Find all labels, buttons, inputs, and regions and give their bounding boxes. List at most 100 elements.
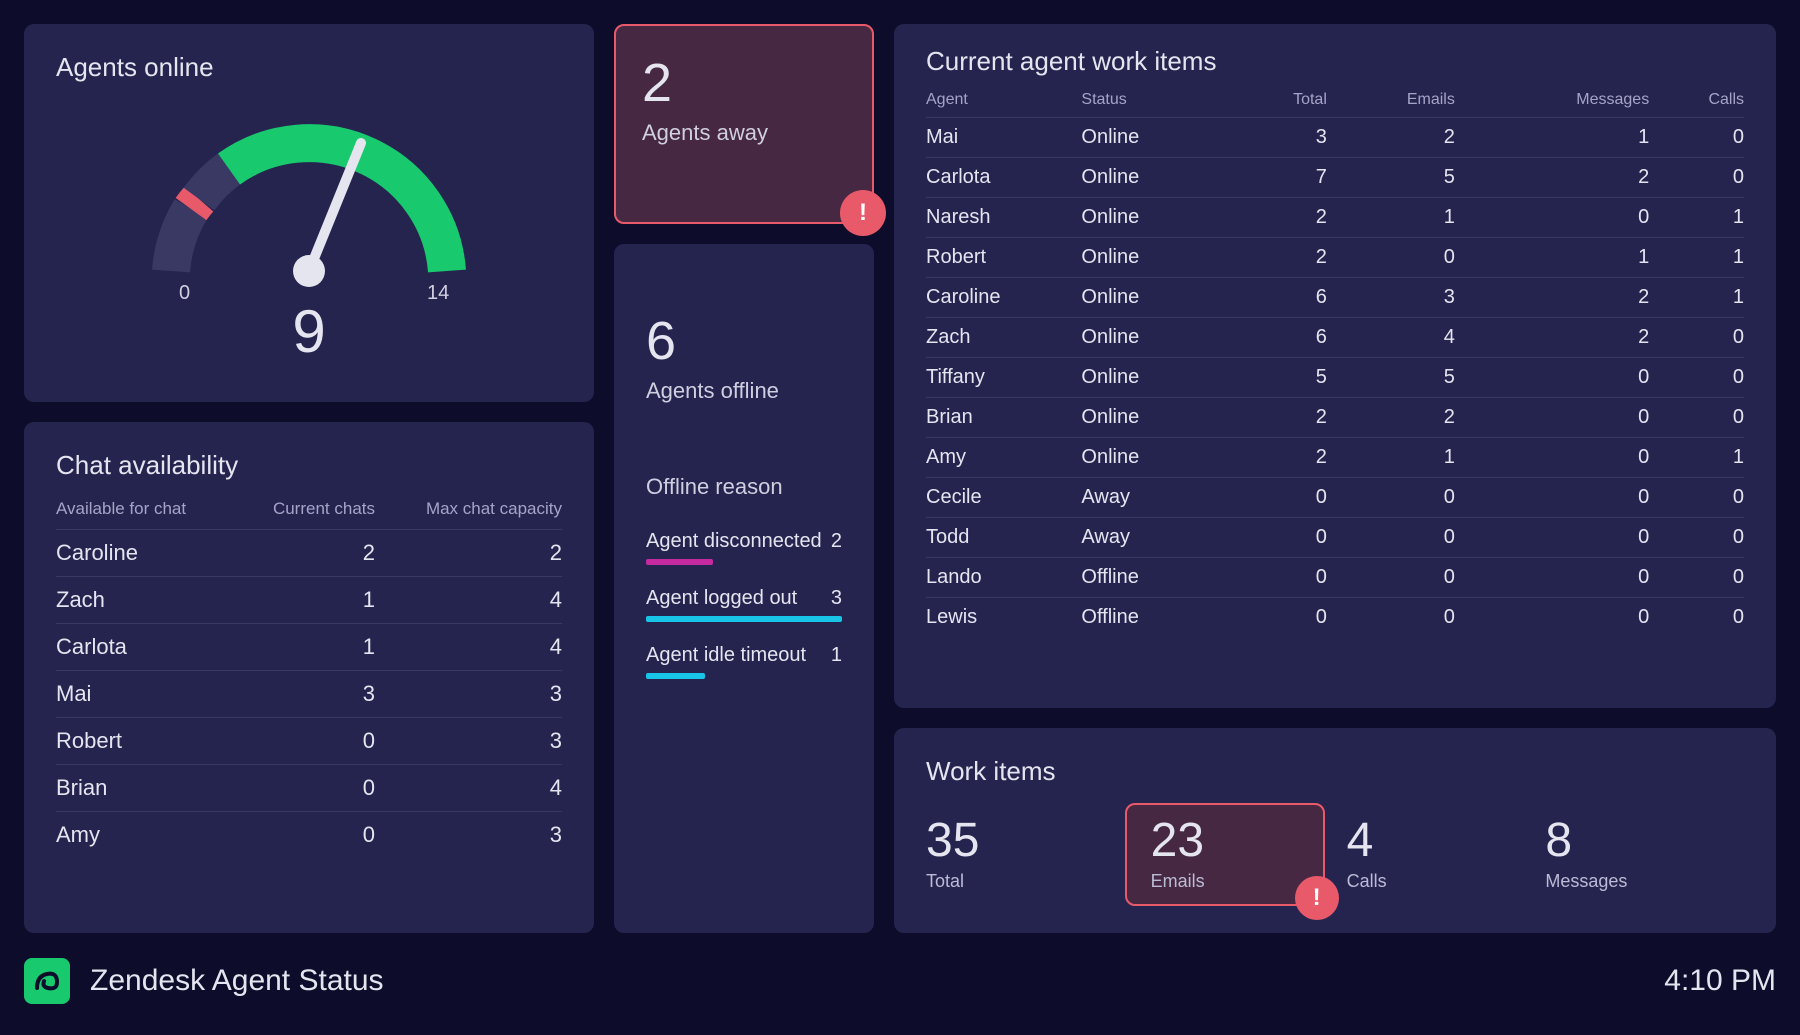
offline-reason-title: Offline reason: [646, 474, 842, 500]
offline-reason-row: Agent idle timeout 1: [646, 644, 842, 679]
total-count: 6: [1237, 318, 1327, 358]
agents-online-value: 9: [56, 297, 562, 366]
offline-reason-label: Agent logged out: [646, 587, 797, 610]
calls-count: 1: [1649, 438, 1744, 478]
col-header: Agent: [926, 85, 1081, 118]
calls-count: 1: [1649, 198, 1744, 238]
agent-name: Caroline: [56, 530, 235, 577]
offline-reason-count: 1: [831, 644, 842, 667]
messages-count: 0: [1455, 558, 1649, 598]
work-item-value: 4: [1347, 817, 1522, 865]
col-header: Status: [1081, 85, 1236, 118]
total-count: 5: [1237, 358, 1327, 398]
current-chats: 1: [235, 577, 375, 624]
agent-name: Amy: [926, 438, 1081, 478]
calls-count: 0: [1649, 518, 1744, 558]
max-chats: 4: [375, 624, 562, 671]
current-chats: 1: [235, 624, 375, 671]
total-count: 6: [1237, 278, 1327, 318]
table-row: Brian04: [56, 765, 562, 812]
agent-status: Online: [1081, 438, 1236, 478]
calls-count: 0: [1649, 158, 1744, 198]
agent-status: Away: [1081, 478, 1236, 518]
emails-count: 2: [1327, 398, 1455, 438]
table-row: ToddAway0000: [926, 518, 1744, 558]
current-chats: 2: [235, 530, 375, 577]
table-row: Zach14: [56, 577, 562, 624]
agent-status: Online: [1081, 318, 1236, 358]
col-header: Available for chat: [56, 489, 235, 530]
offline-reason-row: Agent disconnected 2: [646, 530, 842, 565]
table-row: CecileAway0000: [926, 478, 1744, 518]
footer-clock: 4:10 PM: [1664, 964, 1776, 998]
table-row: BrianOnline2200: [926, 398, 1744, 438]
total-count: 2: [1237, 398, 1327, 438]
agent-status: Online: [1081, 118, 1236, 158]
footer-bar: Zendesk Agent Status 4:10 PM: [24, 951, 1776, 1011]
calls-count: 0: [1649, 478, 1744, 518]
agents-away-value: 2: [642, 56, 846, 110]
emails-count: 2: [1327, 118, 1455, 158]
table-row: Robert03: [56, 718, 562, 765]
work-item-label: Messages: [1545, 871, 1720, 892]
calls-count: 1: [1649, 238, 1744, 278]
work-item-label: Emails: [1151, 871, 1299, 892]
table-row: Caroline22: [56, 530, 562, 577]
emails-count: 0: [1327, 238, 1455, 278]
agent-name: Zach: [56, 577, 235, 624]
messages-count: 2: [1455, 278, 1649, 318]
max-chats: 3: [375, 718, 562, 765]
agent-name: Robert: [56, 718, 235, 765]
messages-count: 1: [1455, 238, 1649, 278]
agent-name: Amy: [56, 812, 235, 859]
table-row: Amy03: [56, 812, 562, 859]
agent-name: Brian: [56, 765, 235, 812]
total-count: 3: [1237, 118, 1327, 158]
offline-reason-label: Agent idle timeout: [646, 644, 806, 667]
work-item-value: 8: [1545, 817, 1720, 865]
gauge-min: 0: [179, 282, 190, 301]
current-chats: 3: [235, 671, 375, 718]
gauge-chart: 0 14: [56, 91, 562, 301]
table-row: ZachOnline6420: [926, 318, 1744, 358]
col-header: Calls: [1649, 85, 1744, 118]
offline-reason-count: 3: [831, 587, 842, 610]
table-row: Carlota14: [56, 624, 562, 671]
agent-name: Carlota: [926, 158, 1081, 198]
agent-name: Brian: [926, 398, 1081, 438]
agent-name: Cecile: [926, 478, 1081, 518]
work-item-block: 8 Messages: [1545, 805, 1744, 904]
alert-icon: !: [1295, 876, 1339, 920]
current-chats: 0: [235, 812, 375, 859]
offline-reason-bar: [646, 673, 705, 679]
agent-name: Naresh: [926, 198, 1081, 238]
total-count: 0: [1237, 598, 1327, 638]
col-header: Emails: [1327, 85, 1455, 118]
col-header: Total: [1237, 85, 1327, 118]
col-header: Max chat capacity: [375, 489, 562, 530]
calls-count: 0: [1649, 118, 1744, 158]
max-chats: 4: [375, 765, 562, 812]
table-row: LewisOffline0000: [926, 598, 1744, 638]
chat-availability-card: Chat availability Available for chat Cur…: [24, 422, 594, 933]
agent-name: Todd: [926, 518, 1081, 558]
total-count: 2: [1237, 438, 1327, 478]
agent-status: Online: [1081, 238, 1236, 278]
calls-count: 0: [1649, 598, 1744, 638]
current-work-items-card: Current agent work items Agent Status To…: [894, 24, 1776, 708]
table-row: CarlotaOnline7520: [926, 158, 1744, 198]
agent-status: Offline: [1081, 598, 1236, 638]
agent-status: Offline: [1081, 558, 1236, 598]
messages-count: 0: [1455, 358, 1649, 398]
agent-status: Online: [1081, 398, 1236, 438]
emails-count: 1: [1327, 438, 1455, 478]
emails-count: 3: [1327, 278, 1455, 318]
agent-name: Tiffany: [926, 358, 1081, 398]
agents-offline-card: 6 Agents offline Offline reason Agent di…: [614, 244, 874, 933]
emails-count: 1: [1327, 198, 1455, 238]
work-item-block: 4Calls: [1347, 805, 1546, 904]
emails-count: 5: [1327, 158, 1455, 198]
messages-count: 0: [1455, 598, 1649, 638]
emails-count: 0: [1327, 558, 1455, 598]
work-item-value: 23: [1151, 817, 1299, 865]
